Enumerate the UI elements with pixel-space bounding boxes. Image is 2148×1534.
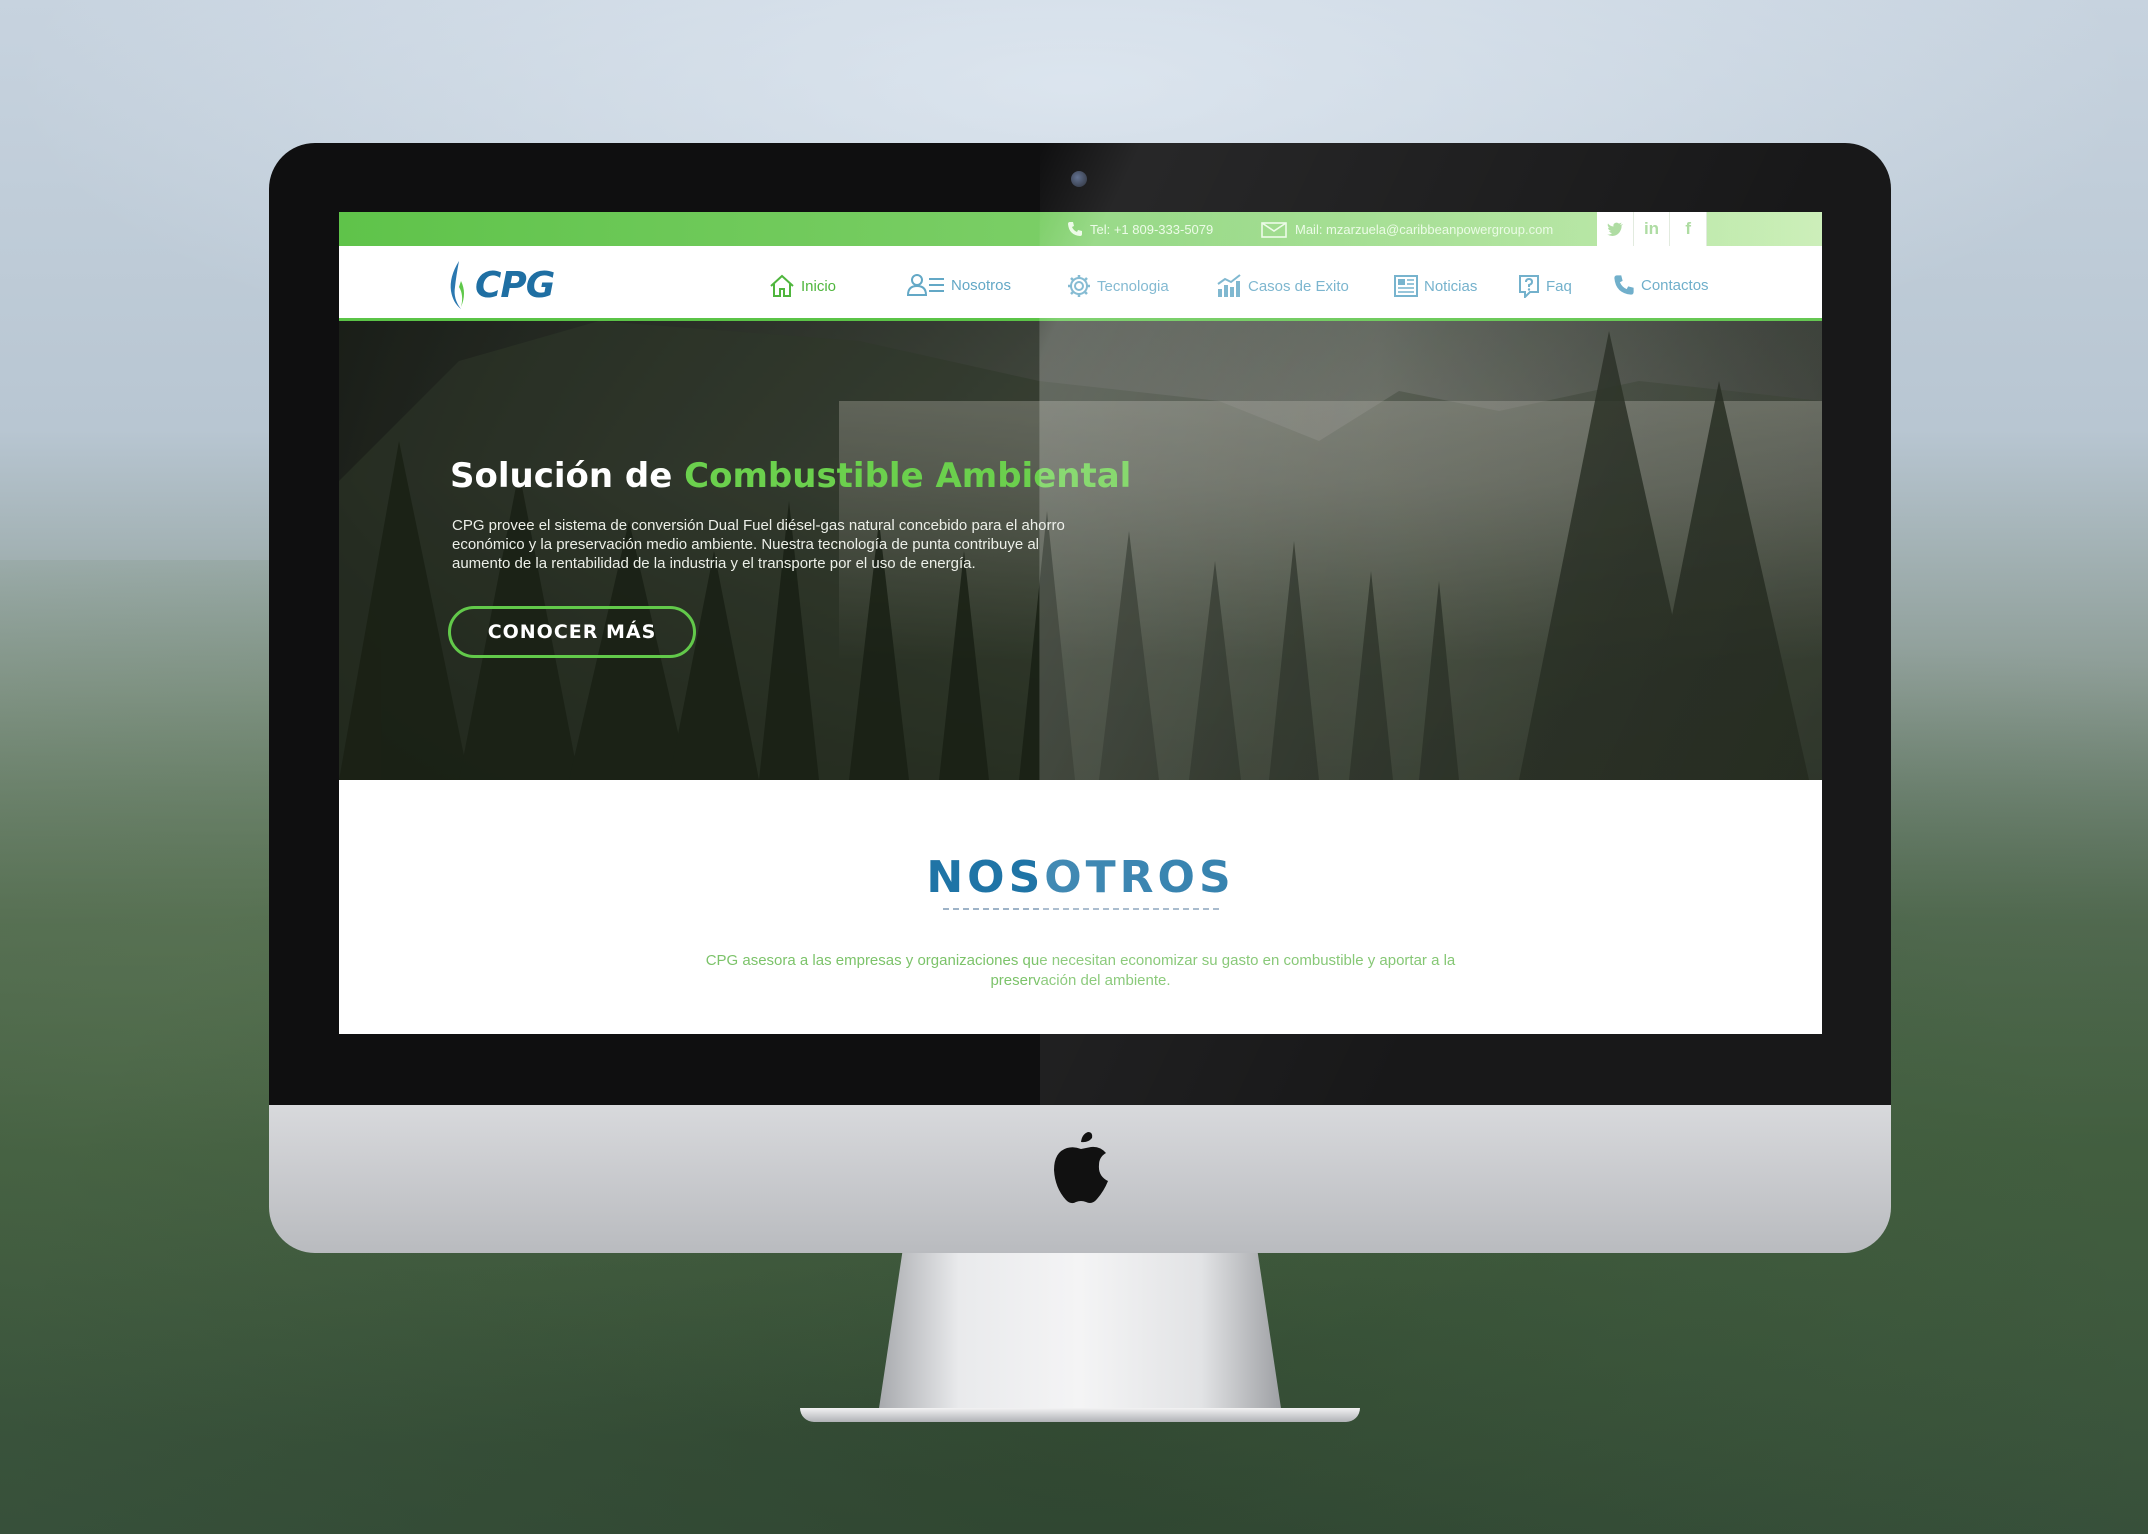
phone-icon [1614,275,1634,295]
main-navigation: CPG Inicio Nosotros Tecnologia Casos de … [339,246,1822,321]
hero-title-white: Solución de [450,456,685,496]
hero-title: Solución de Combustible Ambiental [450,456,1131,496]
facebook-icon[interactable]: f [1670,212,1708,246]
nav-item-noticias[interactable]: Noticias [1394,274,1477,298]
nav-item-faq[interactable]: Faq [1518,274,1572,298]
topbar-phone[interactable]: Tel: +1 809-333-5079 [1090,222,1213,237]
contact-topbar: Tel: +1 809-333-5079 Mail: mzarzuela@car… [339,212,1822,246]
apple-logo-icon [1054,1132,1108,1204]
nav-label: Inicio [801,277,837,295]
about-section: NOSOTROS CPG asesora a las empresas y or… [339,780,1822,1034]
nav-item-inicio[interactable]: Inicio [769,274,836,298]
nav-item-casos-de-exito[interactable]: Casos de Exito [1216,274,1349,298]
nav-label: Tecnologia [1097,277,1169,295]
social-links: in f [1597,212,1708,246]
nav-label: Faq [1546,277,1572,295]
gear-icon [1068,275,1090,297]
nav-item-contactos[interactable]: Contactos [1613,274,1709,296]
question-icon [1519,275,1539,298]
home-icon [770,274,794,297]
hero-title-green: Combustible Ambiental [684,456,1132,496]
nav-label: Casos de Exito [1248,277,1349,295]
monitor-stand-base [800,1408,1360,1422]
website-screen: Tel: +1 809-333-5079 Mail: mzarzuela@car… [339,212,1822,1034]
monitor-stand [878,1253,1282,1415]
title-underline [943,908,1219,910]
hero-banner: Solución de Combustible Ambiental CPG pr… [339,321,1822,780]
nav-item-tecnologia[interactable]: Tecnologia [1067,274,1169,298]
about-text: CPG asesora a las empresas y organizacio… [705,952,1456,989]
conocer-mas-button[interactable]: CONOCER MÁS [448,606,696,658]
twitter-icon[interactable] [1597,212,1634,246]
flame-icon [450,261,464,309]
logo-text: CPG [475,264,555,306]
hero-description: CPG provee el sistema de conversión Dual… [452,517,1065,572]
topbar-email[interactable]: Mail: mzarzuela@caribbeanpowergroup.com [1295,222,1553,237]
chart-icon [1217,274,1241,297]
users-icon [907,274,944,296]
nav-item-nosotros[interactable]: Nosotros [907,274,1011,296]
nav-label: Nosotros [951,276,1012,294]
newspaper-icon [1394,275,1418,297]
camera-icon [1071,171,1087,187]
mail-icon [1261,222,1287,238]
section-title: NOSOTROS [926,852,1235,903]
linkedin-icon[interactable]: in [1634,212,1671,246]
nav-label: Contactos [1641,276,1709,294]
brand-logo[interactable]: CPG [447,258,555,312]
phone-icon [1068,222,1082,236]
nav-label: Noticias [1424,277,1478,295]
